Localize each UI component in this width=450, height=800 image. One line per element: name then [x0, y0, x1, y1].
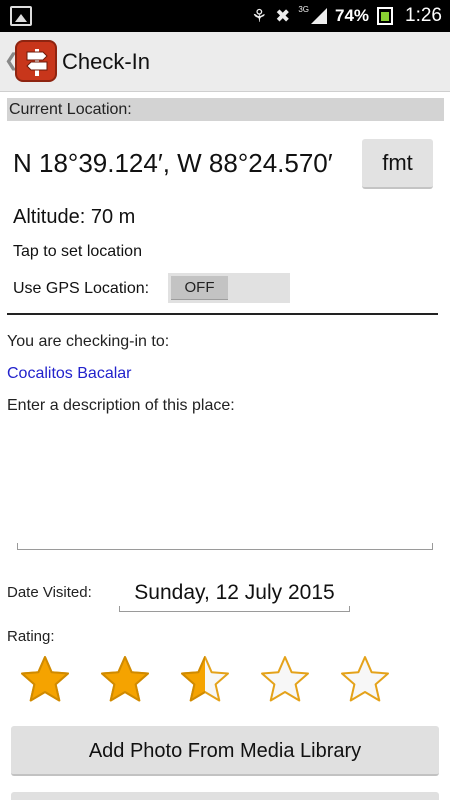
coordinates-text[interactable]: N 18°39.124′, W 88°24.570′: [13, 148, 333, 179]
signpost-icon[interactable]: [15, 40, 57, 82]
gallery-icon: [10, 6, 32, 26]
add-photo-button[interactable]: Add Photo From Media Library: [11, 726, 439, 776]
star-icon[interactable]: [179, 654, 231, 706]
next-button[interactable]: [11, 792, 439, 800]
bug-icon: ⚘: [251, 5, 268, 26]
checking-in-label: You are checking-in to:: [7, 333, 170, 350]
place-name-link[interactable]: Cocalitos Bacalar: [7, 365, 132, 383]
action-bar: ❮ Check-In: [0, 32, 450, 92]
section-divider: [7, 313, 438, 315]
signal-icon: [310, 8, 327, 24]
gps-location-label: Use GPS Location:: [13, 280, 150, 297]
star-icon[interactable]: [259, 654, 311, 706]
date-visited-label: Date Visited:: [7, 584, 92, 601]
description-input[interactable]: [17, 420, 433, 550]
star-icon[interactable]: [339, 654, 391, 706]
network-type: 3G: [298, 4, 309, 14]
battery-icon: [377, 7, 394, 25]
description-label: Enter a description of this place:: [7, 397, 235, 414]
battery-percent: 74%: [334, 6, 370, 25]
gps-toggle-knob: OFF: [171, 276, 228, 300]
tap-to-set-location[interactable]: Tap to set location: [13, 243, 142, 261]
rating-label: Rating:: [7, 628, 55, 645]
rating-stars[interactable]: [19, 654, 399, 706]
data-transfer-icon: ✖: [275, 5, 291, 26]
status-time: 1:26: [405, 5, 442, 26]
status-bar: ⚘ ✖ 3G 74% 1:26: [0, 0, 450, 32]
star-icon[interactable]: [99, 654, 151, 706]
status-icons: ⚘ ✖ 3G 74% 1:26: [251, 0, 442, 32]
current-location-header: Current Location:: [7, 98, 444, 121]
date-visited-field[interactable]: Sunday, 12 July 2015: [119, 576, 350, 612]
format-button[interactable]: fmt: [362, 139, 433, 189]
page-title: Check-In: [62, 49, 151, 74]
star-icon[interactable]: [19, 654, 71, 706]
altitude-text: Altitude: 70 m: [13, 206, 136, 228]
gps-toggle[interactable]: OFF: [168, 273, 290, 303]
